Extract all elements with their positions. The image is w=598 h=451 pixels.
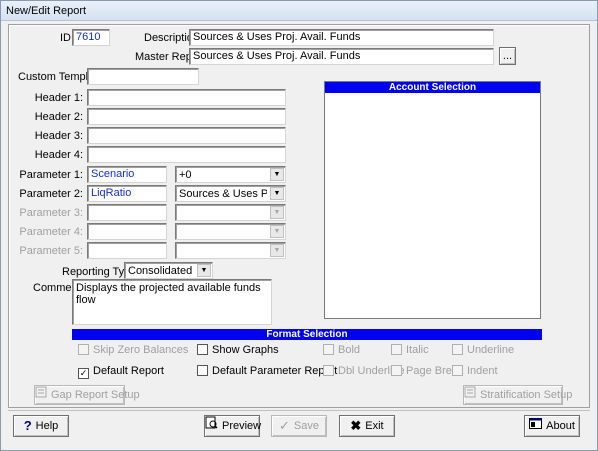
custom-template-field[interactable] (87, 68, 199, 85)
checkbox-box (78, 344, 89, 355)
chevron-down-icon: ▼ (270, 206, 284, 219)
button-label: About (546, 420, 575, 432)
parameter-1-select-value: +0 (179, 169, 192, 181)
skip-zero-balances-checkbox: Skip Zero Balances (78, 344, 188, 356)
master-report-field[interactable]: Sources & Uses Proj. Avail. Funds (189, 48, 494, 65)
checkbox-box[interactable] (197, 365, 208, 376)
parameter-2-field[interactable]: LiqRatio (87, 185, 167, 202)
default-report-checkbox[interactable]: ✓ Default Report (78, 365, 164, 379)
chevron-down-icon: ▼ (270, 225, 284, 238)
parameter-2-select-value: Sources & Uses Proj. Avai (179, 188, 267, 200)
show-graphs-checkbox[interactable]: Show Graphs (197, 344, 279, 356)
parameter-1-label: Parameter 1: (19, 169, 83, 181)
comment-textarea[interactable]: Displays the projected available funds f… (72, 279, 272, 325)
chevron-down-icon: ▼ (270, 244, 284, 257)
indent-checkbox: Indent (452, 365, 498, 377)
header-1-field[interactable] (87, 89, 286, 106)
reporting-type-select[interactable]: Consolidated ▼ (124, 262, 213, 279)
button-label: Stratification Setup (480, 389, 573, 401)
gap-report-setup-button: Gap Report Setup (34, 385, 140, 405)
checkbox-box (452, 365, 463, 376)
header-4-label: Header 4: (34, 149, 83, 161)
parameter-4-label: Parameter 4: (19, 226, 83, 238)
header-2-label: Header 2: (34, 111, 83, 123)
parameter-5-field (87, 242, 167, 259)
parameter-2-select[interactable]: Sources & Uses Proj. Avai ▼ (175, 185, 286, 202)
checkbox-label: Italic (406, 344, 429, 356)
checkbox-label: Bold (338, 344, 361, 356)
window-title: New/Edit Report (6, 5, 87, 17)
parameter-4-select: ▼ (175, 223, 286, 240)
header-3-field[interactable] (87, 127, 286, 144)
checkbox-label: Skip Zero Balances (93, 344, 189, 356)
report-icon (35, 386, 47, 404)
exit-button[interactable]: ✖ Exit (339, 415, 395, 437)
preview-button[interactable]: Preview (204, 415, 262, 437)
italic-checkbox: Italic (391, 344, 429, 356)
chevron-down-icon[interactable]: ▼ (270, 168, 284, 181)
checkbox-box (391, 365, 402, 376)
checkbox-box (323, 344, 334, 355)
header-2-field[interactable] (87, 108, 286, 125)
chevron-down-icon[interactable]: ▼ (197, 264, 211, 277)
about-button[interactable]: About (524, 415, 580, 437)
description-field[interactable]: Sources & Uses Proj. Avail. Funds (189, 29, 494, 46)
about-icon (529, 416, 543, 436)
default-parameter-report-checkbox[interactable]: Default Parameter Report (197, 365, 337, 377)
parameter-1-field[interactable]: Scenario (87, 166, 167, 183)
checkbox-label: Underline (467, 344, 515, 356)
bold-checkbox: Bold (323, 344, 360, 356)
account-selection-header: Account Selection (325, 82, 540, 93)
parameter-3-label: Parameter 3: (19, 207, 83, 219)
parameter-5-select: ▼ (175, 242, 286, 259)
checkbox-label: Show Graphs (212, 344, 279, 356)
checkbox-box[interactable] (197, 344, 208, 355)
button-label: Save (293, 420, 319, 432)
checkbox-label: Default Report (93, 365, 164, 377)
magnifier-icon (205, 416, 218, 436)
parameter-3-field (87, 204, 167, 221)
checkbox-box (323, 365, 334, 376)
report-icon (464, 386, 476, 404)
checkbox-label: Default Parameter Report (212, 365, 338, 377)
format-selection-header: Format Selection (72, 329, 542, 340)
chevron-down-icon[interactable]: ▼ (270, 187, 284, 200)
header-4-field[interactable] (87, 146, 286, 163)
checkmark-icon[interactable]: ✓ (78, 368, 89, 379)
checkbox-box (391, 344, 402, 355)
checkmark-icon: ✓ (279, 418, 290, 434)
help-button[interactable]: ? Help (13, 415, 69, 437)
button-label: Preview (222, 420, 262, 432)
question-icon: ? (23, 418, 32, 434)
button-label: Help (35, 420, 59, 432)
reporting-type-select-value: Consolidated (128, 265, 193, 277)
id-field[interactable]: 7610 (72, 29, 110, 46)
parameter-5-label: Parameter 5: (19, 245, 83, 257)
parameter-1-select[interactable]: +0 ▼ (175, 166, 286, 183)
underline-checkbox: Underline (452, 344, 514, 356)
header-3-label: Header 3: (34, 130, 83, 142)
stratification-setup-button: Stratification Setup (463, 385, 572, 405)
checkbox-label: Indent (467, 365, 498, 377)
new-edit-report-window: New/Edit Report ID: 7610 Description: So… (0, 0, 598, 451)
title-bar: New/Edit Report (1, 1, 597, 21)
account-selection-list[interactable]: Account Selection (324, 81, 541, 319)
save-button: ✓ Save (271, 415, 327, 437)
button-label: Gap Report Setup (51, 389, 140, 401)
master-report-browse-button[interactable]: ... (499, 47, 516, 65)
divider (8, 410, 590, 411)
header-1-label: Header 1: (34, 92, 83, 104)
checkbox-box (452, 344, 463, 355)
button-label: Exit (365, 420, 384, 432)
x-icon: ✖ (350, 418, 362, 434)
parameter-3-select: ▼ (175, 204, 286, 221)
parameter-2-label: Parameter 2: (19, 188, 83, 200)
parameter-4-field (87, 223, 167, 240)
